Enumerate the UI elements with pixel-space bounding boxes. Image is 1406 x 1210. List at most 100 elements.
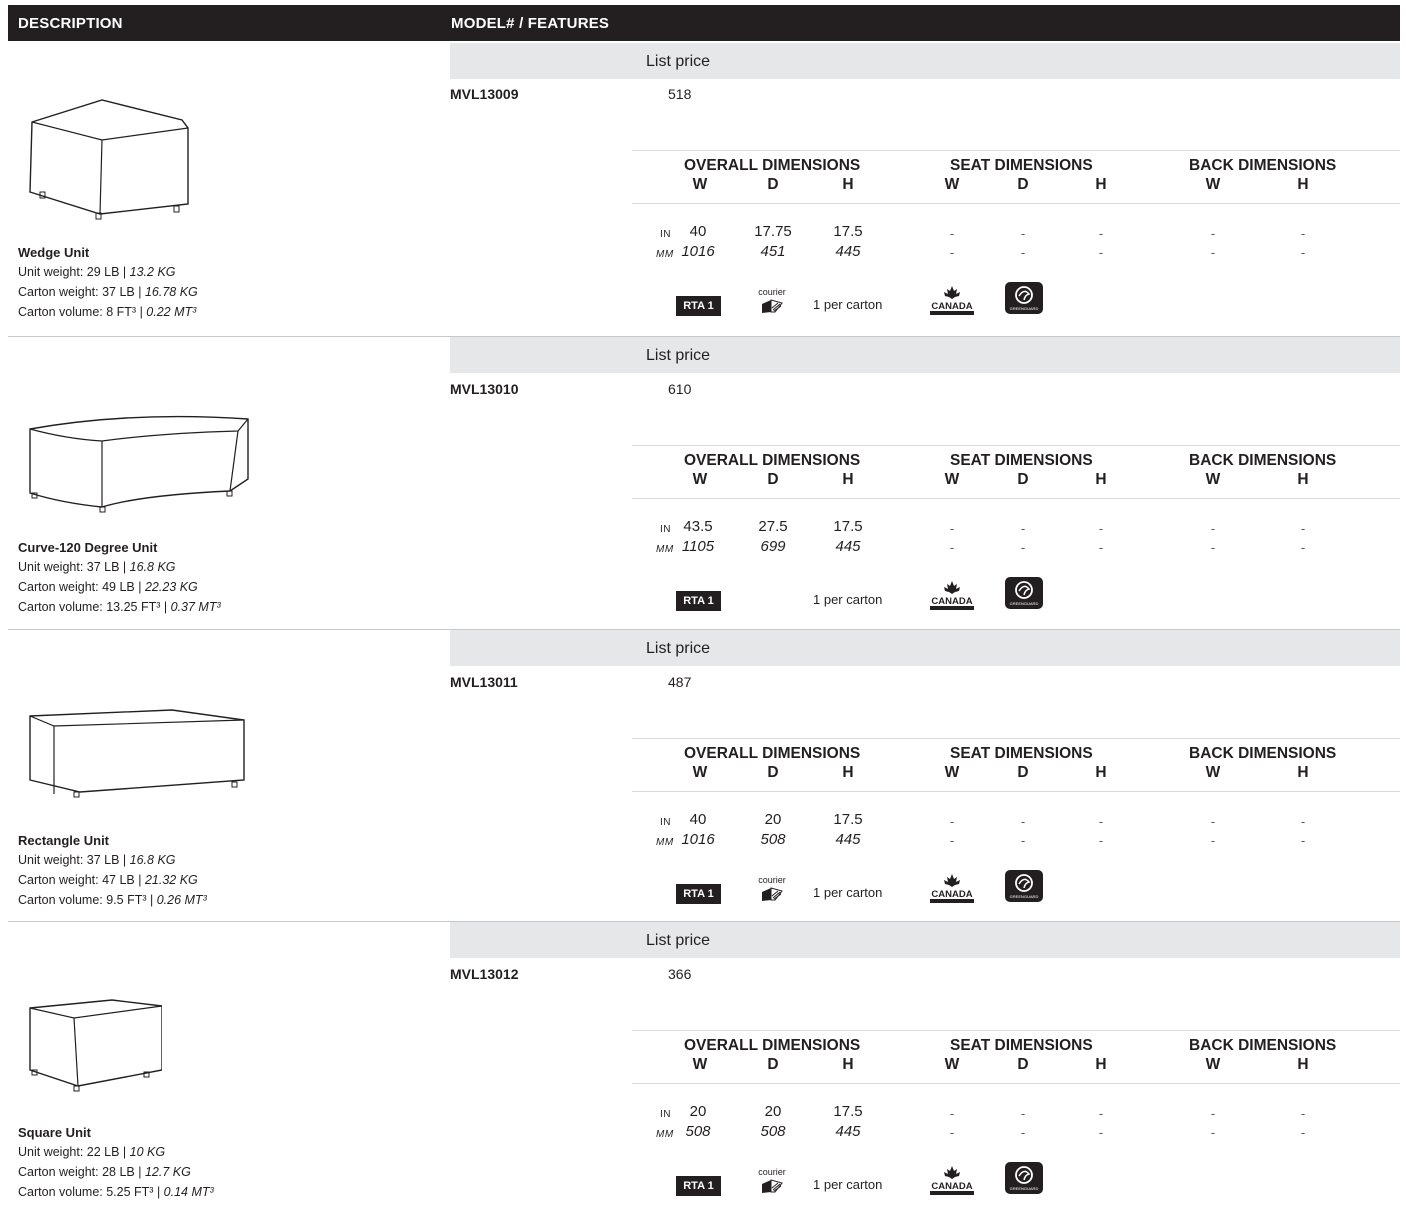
unit-weight: Unit weight: 37 LB | 16.8 KG (18, 853, 176, 867)
list-price-value: 610 (668, 381, 692, 397)
courier-label: courier (758, 287, 786, 297)
back-dimensions-heading: BACK DIMENSIONS (1189, 1037, 1337, 1054)
overall-h-mm: 445 (835, 1123, 861, 1140)
empty-dimension-dash: - (1300, 540, 1306, 555)
seat-dimensions-heading: SEAT DIMENSIONS (950, 1037, 1093, 1054)
overall-w-mm: 1016 (681, 831, 715, 848)
empty-dimension-dash: - (1020, 1106, 1026, 1121)
dimension-w-label: W (1205, 471, 1221, 488)
dimension-w-label: W (692, 1056, 708, 1073)
unit-weight-metric: 13.2 KG (129, 265, 176, 279)
dimension-w-label: W (944, 1056, 960, 1073)
empty-dimension-dash: - (1210, 245, 1216, 260)
overall-h-inches: 17.5 (833, 811, 863, 828)
courier-label: courier (758, 1167, 786, 1177)
carton-volume-metric: 0.14 MT³ (163, 1185, 214, 1199)
seat-dimensions-heading: SEAT DIMENSIONS (950, 745, 1093, 762)
overall-h-mm: 445 (835, 831, 861, 848)
empty-dimension-dash: - (1210, 814, 1216, 829)
per-carton-label: 1 per carton (813, 297, 883, 312)
greenguard-logo: GREENGUARD (1005, 282, 1043, 314)
empty-dimension-dash: - (1098, 245, 1104, 260)
overall-h-inches: 17.5 (833, 223, 863, 240)
made-in-canada-logo: CANADA (926, 284, 978, 318)
dimensions-rule-bottom (632, 791, 1400, 792)
empty-dimension-dash: - (1210, 833, 1216, 848)
overall-w-inches: 43.5 (683, 518, 713, 535)
overall-d-mm: 451 (760, 243, 786, 260)
unit-weight-metric: 10 KG (129, 1145, 166, 1159)
empty-dimension-dash: - (1210, 521, 1216, 536)
overall-w-mm: 1105 (681, 538, 715, 555)
svg-text:CANADA: CANADA (931, 596, 972, 607)
product-illustration (12, 407, 252, 522)
dimension-d-label: D (767, 176, 779, 193)
courier-box-icon: courier (753, 1167, 791, 1197)
dimensions-rule-top (632, 150, 1400, 151)
dimension-h-label: H (1095, 1056, 1107, 1073)
rta-badge: RTA 1 (676, 884, 721, 904)
dimension-h-label: H (1095, 764, 1107, 781)
list-price-label: List price (646, 53, 711, 70)
overall-w-inches: 40 (689, 223, 707, 240)
product-illustration (12, 992, 163, 1097)
model-number: MVL13011 (450, 674, 518, 690)
carton-weight-imperial: Carton weight: 28 LB | (18, 1165, 145, 1179)
carton-volume-imperial: Carton volume: 8 FT³ | (18, 305, 147, 319)
model-number: MVL13012 (450, 966, 519, 982)
unit-weight-imperial: Unit weight: 22 LB | (18, 1145, 130, 1159)
rta-badge: RTA 1 (676, 591, 721, 611)
per-carton-label: 1 per carton (813, 885, 883, 900)
carton-volume: Carton volume: 5.25 FT³ | 0.14 MT³ (18, 1185, 214, 1199)
dimension-w-label: W (692, 176, 708, 193)
made-in-canada-logo: CANADA (926, 579, 978, 613)
carton-volume-imperial: Carton volume: 9.5 FT³ | (18, 893, 157, 907)
empty-dimension-dash: - (1098, 1125, 1104, 1140)
dimension-w-label: W (944, 176, 960, 193)
carton-weight-metric: 12.7 KG (144, 1165, 191, 1179)
carton-volume: Carton volume: 9.5 FT³ | 0.26 MT³ (18, 893, 207, 907)
carton-weight-imperial: Carton weight: 47 LB | (18, 873, 145, 887)
overall-dimensions-heading: OVERALL DIMENSIONS (684, 157, 861, 174)
list-price-value: 366 (668, 966, 692, 982)
courier-label: courier (758, 875, 786, 885)
dimensions-rule-bottom (632, 498, 1400, 499)
empty-dimension-dash: - (1020, 521, 1026, 536)
carton-weight: Carton weight: 49 LB | 22.23 KG (18, 580, 198, 594)
carton-weight: Carton weight: 37 LB | 16.78 KG (18, 285, 198, 299)
dimension-w-label: W (692, 764, 708, 781)
empty-dimension-dash: - (1098, 521, 1104, 536)
overall-d-inches: 20 (764, 1103, 782, 1120)
carton-weight-imperial: Carton weight: 49 LB | (18, 580, 145, 594)
dimension-d-label: D (767, 471, 779, 488)
greenguard-logo: GREENGUARD (1005, 870, 1043, 902)
overall-w-inches: 40 (689, 811, 707, 828)
empty-dimension-dash: - (949, 540, 955, 555)
dimension-d-label: D (1017, 764, 1029, 781)
carton-weight-metric: 22.23 KG (144, 580, 198, 594)
overall-h-inches: 17.5 (833, 518, 863, 535)
description-column-header: DESCRIPTION (18, 15, 123, 32)
table-header: DESCRIPTION MODEL# / FEATURES (8, 5, 1400, 41)
dimensions-rule-top (632, 738, 1400, 739)
empty-dimension-dash: - (1300, 226, 1306, 241)
overall-h-mm: 445 (835, 538, 861, 555)
empty-dimension-dash: - (1098, 814, 1104, 829)
overall-d-mm: 508 (760, 1123, 786, 1140)
dimension-w-label: W (1205, 1056, 1221, 1073)
dimension-d-label: D (767, 764, 779, 781)
dimension-w-label: W (1205, 764, 1221, 781)
carton-weight: Carton weight: 28 LB | 12.7 KG (18, 1165, 191, 1179)
greenguard-logo: GREENGUARD (1005, 1162, 1043, 1194)
carton-volume: Carton volume: 13.25 FT³ | 0.37 MT³ (18, 600, 221, 614)
overall-d-mm: 699 (760, 538, 786, 555)
dimension-h-label: H (1297, 471, 1309, 488)
svg-text:CANADA: CANADA (931, 301, 972, 312)
empty-dimension-dash: - (1300, 521, 1306, 536)
seat-dimensions-heading: SEAT DIMENSIONS (950, 452, 1093, 469)
svg-text:GREENGUARD: GREENGUARD (1010, 306, 1039, 311)
carton-weight: Carton weight: 47 LB | 21.32 KG (18, 873, 198, 887)
carton-volume-imperial: Carton volume: 13.25 FT³ | (18, 600, 171, 614)
overall-h-inches: 17.5 (833, 1103, 863, 1120)
carton-weight-metric: 21.32 KG (144, 873, 198, 887)
